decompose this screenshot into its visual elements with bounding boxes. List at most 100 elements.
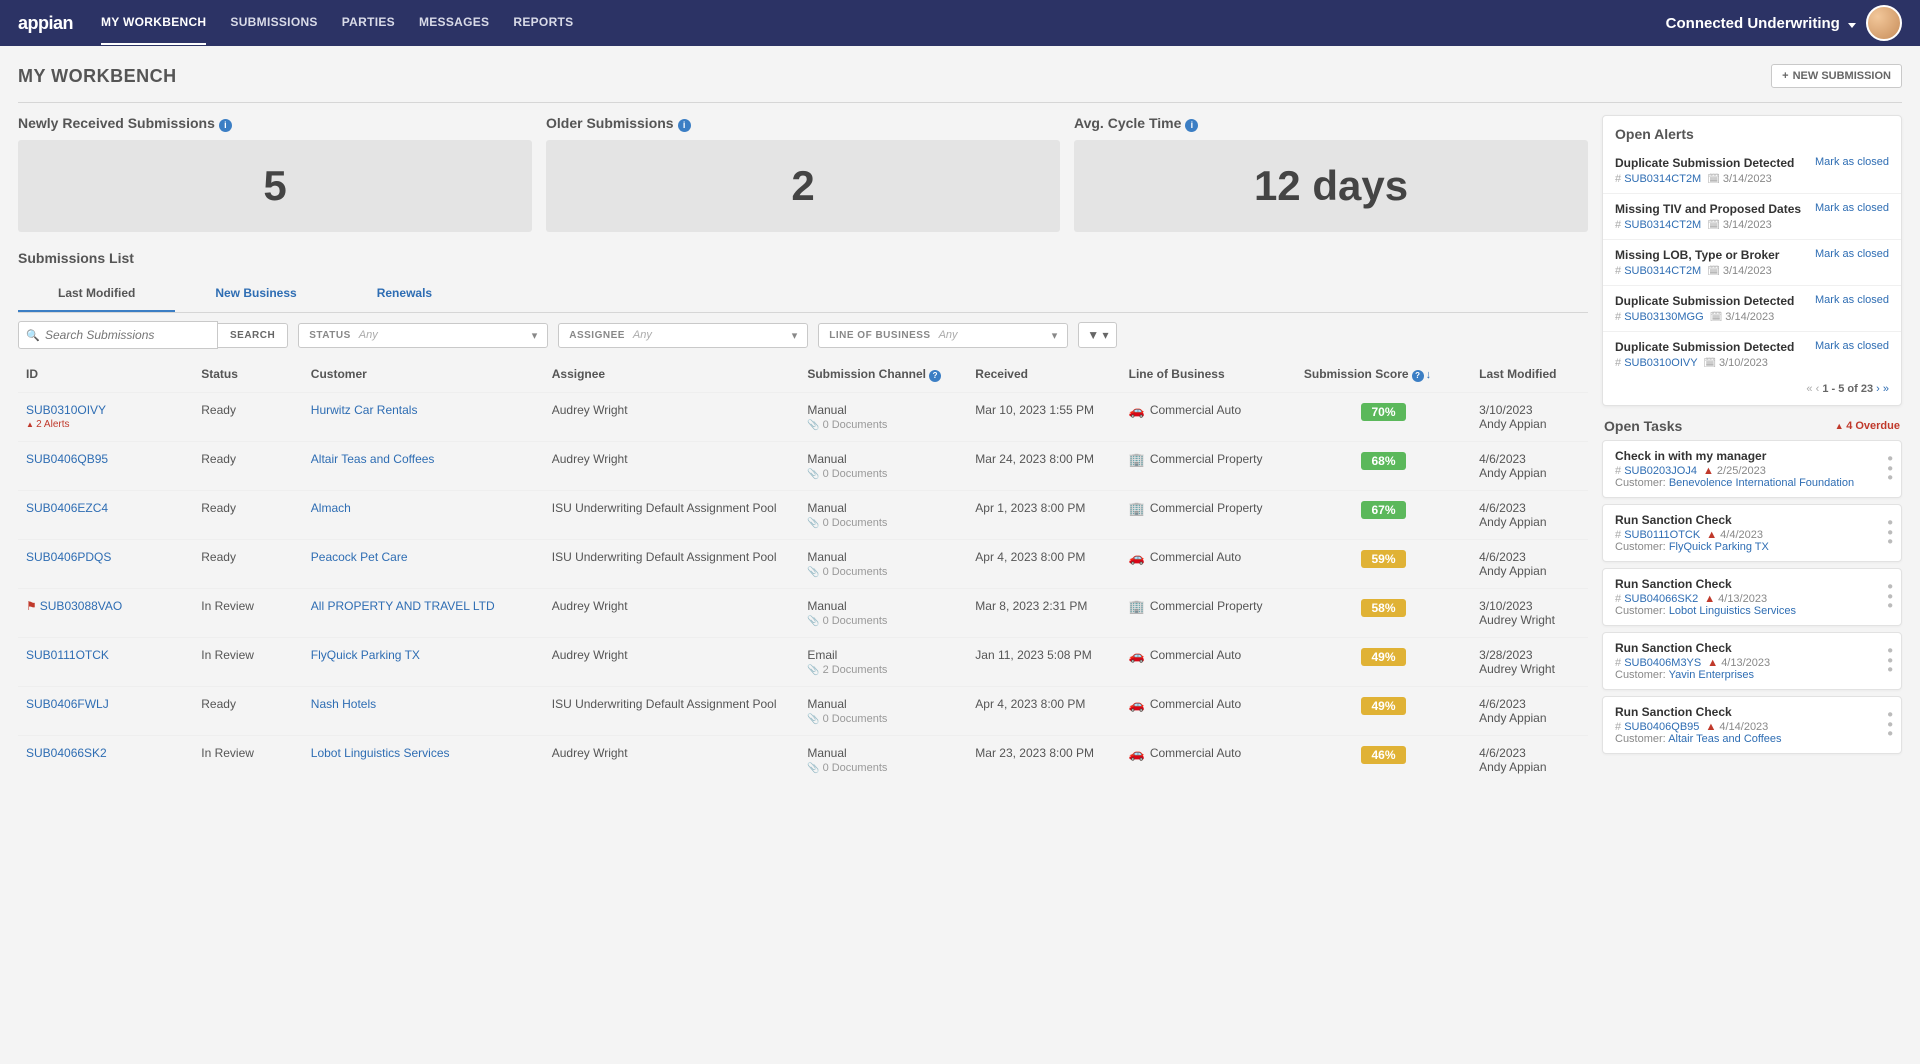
nav-my-workbench[interactable]: MY WORKBENCH xyxy=(101,1,206,45)
page-prev-icon[interactable]: ‹ xyxy=(1816,383,1820,395)
task-id-link[interactable]: SUB0406M3YS xyxy=(1624,657,1701,669)
col-lob[interactable]: Line of Business xyxy=(1121,357,1296,393)
submission-id-link[interactable]: SUB0406FWLJ xyxy=(26,697,109,711)
task-customer-link[interactable]: Altair Teas and Coffees xyxy=(1668,733,1781,745)
col-score[interactable]: Submission Score?↓ xyxy=(1296,357,1471,393)
submission-id-link[interactable]: SUB0406PDQS xyxy=(26,550,111,564)
channel-cell: Manual xyxy=(807,452,959,466)
submission-id-link[interactable]: SUB0406QB95 xyxy=(26,452,108,466)
filter-toggle-button[interactable]: ▼ ▾ xyxy=(1078,322,1117,348)
col-customer[interactable]: Customer xyxy=(303,357,544,393)
task-id-link[interactable]: SUB0203JOJ4 xyxy=(1624,465,1697,477)
info-icon[interactable]: i xyxy=(678,119,691,132)
nav-parties[interactable]: PARTIES xyxy=(342,1,395,45)
status-cell: Ready xyxy=(193,393,303,442)
table-row[interactable]: SUB0406EZC4 Ready Almach ISU Underwritin… xyxy=(18,491,1588,540)
col-assignee[interactable]: Assignee xyxy=(544,357,800,393)
page-last-icon[interactable]: » xyxy=(1883,383,1889,395)
task-customer-link[interactable]: FlyQuick Parking TX xyxy=(1669,541,1769,553)
table-row[interactable]: SUB0406QB95 Ready Altair Teas and Coffee… xyxy=(18,442,1588,491)
alert-id-link[interactable]: SUB0314CT2M xyxy=(1624,219,1701,231)
tab-last-modified[interactable]: Last Modified xyxy=(18,276,175,312)
task-customer-link[interactable]: Lobot Linguistics Services xyxy=(1669,605,1796,617)
alert-id-link[interactable]: SUB0314CT2M xyxy=(1624,265,1701,277)
customer-link[interactable]: Hurwitz Car Rentals xyxy=(311,403,418,417)
table-row[interactable]: ⚑SUB03088VAO In Review All PROPERTY AND … xyxy=(18,589,1588,638)
received-cell: Apr 4, 2023 8:00 PM xyxy=(967,540,1120,589)
product-switcher[interactable]: Connected Underwriting xyxy=(1666,15,1856,32)
mark-closed-link[interactable]: Mark as closed xyxy=(1815,340,1889,352)
customer-link[interactable]: Almach xyxy=(311,501,351,515)
col-modified[interactable]: Last Modified xyxy=(1471,357,1588,393)
warning-icon: ▲ xyxy=(1705,721,1716,733)
alert-id-link[interactable]: SUB0314CT2M xyxy=(1624,173,1701,185)
submission-id-link[interactable]: SUB03088VAO xyxy=(40,599,123,613)
alert-id-link[interactable]: SUB0310OIVY xyxy=(1624,357,1697,369)
table-row[interactable]: SUB0310OIVY 2 Alerts Ready Hurwitz Car R… xyxy=(18,393,1588,442)
task-id-link[interactable]: SUB0111OTCK xyxy=(1624,529,1700,541)
task-item[interactable]: ••• Run Sanction Check SUB0406M3YS ▲4/13… xyxy=(1602,632,1902,690)
tab-new-business[interactable]: New Business xyxy=(175,276,336,312)
col-status[interactable]: Status xyxy=(193,357,303,393)
filter-assignee[interactable]: ASSIGNEE Any ▾ xyxy=(558,323,808,348)
new-submission-button[interactable]: +NEW SUBMISSION xyxy=(1771,64,1902,88)
customer-link[interactable]: Peacock Pet Care xyxy=(311,550,408,564)
table-row[interactable]: SUB0406FWLJ Ready Nash Hotels ISU Underw… xyxy=(18,687,1588,736)
info-icon[interactable]: i xyxy=(219,119,232,132)
search-input[interactable] xyxy=(18,321,218,349)
task-customer-link[interactable]: Yavin Enterprises xyxy=(1669,669,1754,681)
mark-closed-link[interactable]: Mark as closed xyxy=(1815,248,1889,260)
submission-id-link[interactable]: SUB0111OTCK xyxy=(26,648,109,662)
task-item[interactable]: ••• Run Sanction Check SUB0406QB95 ▲4/14… xyxy=(1602,696,1902,754)
task-id-link[interactable]: SUB0406QB95 xyxy=(1624,721,1699,733)
customer-link[interactable]: Altair Teas and Coffees xyxy=(311,452,435,466)
filter-status-label: STATUS xyxy=(309,330,351,341)
assignee-cell: Audrey Wright xyxy=(544,736,800,785)
more-icon[interactable]: ••• xyxy=(1887,583,1893,612)
help-icon[interactable]: ? xyxy=(1412,370,1424,382)
submission-id-link[interactable]: SUB0406EZC4 xyxy=(26,501,108,515)
alert-item: Duplicate Submission Detected Mark as cl… xyxy=(1603,286,1901,332)
page-first-icon[interactable]: « xyxy=(1806,383,1812,395)
mark-closed-link[interactable]: Mark as closed xyxy=(1815,156,1889,168)
alert-item: Missing TIV and Proposed Dates Mark as c… xyxy=(1603,194,1901,240)
col-received[interactable]: Received xyxy=(967,357,1120,393)
task-item[interactable]: ••• Run Sanction Check SUB0111OTCK ▲4/4/… xyxy=(1602,504,1902,562)
task-item[interactable]: ••• Check in with my manager SUB0203JOJ4… xyxy=(1602,440,1902,498)
avatar[interactable] xyxy=(1866,5,1902,41)
channel-cell: Manual xyxy=(807,697,959,711)
customer-link[interactable]: FlyQuick Parking TX xyxy=(311,648,420,662)
page-next-icon[interactable]: › xyxy=(1876,383,1880,395)
more-icon[interactable]: ••• xyxy=(1887,711,1893,740)
task-customer-link[interactable]: Benevolence International Foundation xyxy=(1669,477,1854,489)
mark-closed-link[interactable]: Mark as closed xyxy=(1815,202,1889,214)
task-id-link[interactable]: SUB04066SK2 xyxy=(1624,593,1698,605)
filter-status[interactable]: STATUS Any ▾ xyxy=(298,323,548,348)
customer-link[interactable]: Nash Hotels xyxy=(311,697,376,711)
task-item[interactable]: ••• Run Sanction Check SUB04066SK2 ▲4/13… xyxy=(1602,568,1902,626)
more-icon[interactable]: ••• xyxy=(1887,455,1893,484)
table-row[interactable]: SUB0111OTCK In Review FlyQuick Parking T… xyxy=(18,638,1588,687)
help-icon[interactable]: ? xyxy=(929,370,941,382)
customer-link[interactable]: All PROPERTY AND TRAVEL LTD xyxy=(311,599,495,613)
nav-messages[interactable]: MESSAGES xyxy=(419,1,489,45)
metric-older-value: 2 xyxy=(546,140,1060,232)
submission-id-link[interactable]: SUB04066SK2 xyxy=(26,746,107,760)
submission-id-link[interactable]: SUB0310OIVY xyxy=(26,403,106,417)
table-row[interactable]: SUB0406PDQS Ready Peacock Pet Care ISU U… xyxy=(18,540,1588,589)
filter-lob[interactable]: LINE OF BUSINESS Any ▾ xyxy=(818,323,1068,348)
customer-link[interactable]: Lobot Linguistics Services xyxy=(311,746,450,760)
table-row[interactable]: SUB04066SK2 In Review Lobot Linguistics … xyxy=(18,736,1588,785)
modified-date: 3/10/2023 xyxy=(1479,403,1580,417)
nav-reports[interactable]: REPORTS xyxy=(513,1,573,45)
search-button[interactable]: SEARCH xyxy=(218,323,288,348)
more-icon[interactable]: ••• xyxy=(1887,647,1893,676)
col-id[interactable]: ID xyxy=(18,357,193,393)
col-channel[interactable]: Submission Channel? xyxy=(799,357,967,393)
tab-renewals[interactable]: Renewals xyxy=(337,276,472,312)
alert-id-link[interactable]: SUB03130MGG xyxy=(1624,311,1703,323)
nav-submissions[interactable]: SUBMISSIONS xyxy=(230,1,317,45)
info-icon[interactable]: i xyxy=(1185,119,1198,132)
mark-closed-link[interactable]: Mark as closed xyxy=(1815,294,1889,306)
more-icon[interactable]: ••• xyxy=(1887,519,1893,548)
